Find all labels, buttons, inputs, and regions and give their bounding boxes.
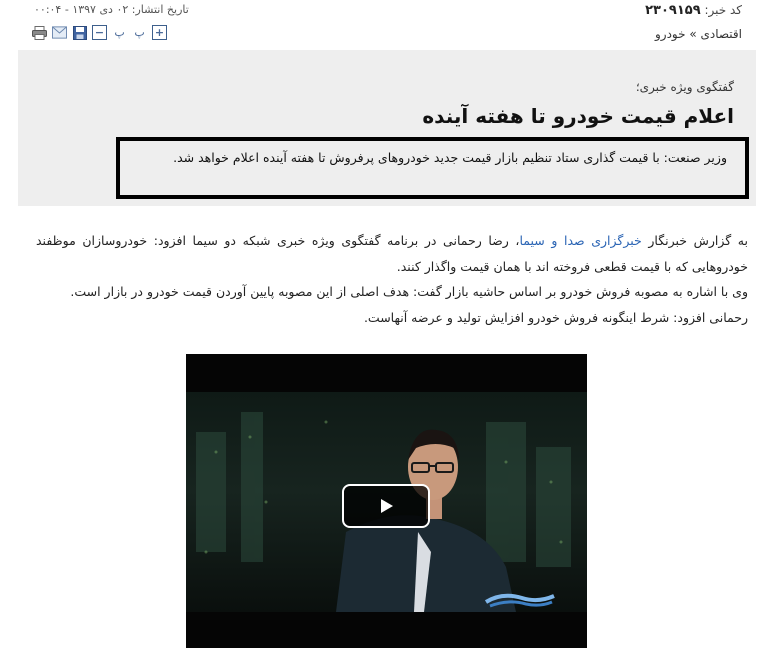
- lead-text: وزیر صنعت: با قیمت گذاری ستاد تنظیم بازا…: [173, 150, 727, 165]
- print-icon[interactable]: [32, 25, 47, 40]
- channel-logo-icon: [484, 593, 555, 608]
- news-code-value: ۲۳۰۹۱۵۹: [645, 3, 701, 18]
- paragraph: وی با اشاره به مصوبه فروش خودرو بر اساس …: [70, 284, 748, 300]
- lead-box: وزیر صنعت: با قیمت گذاری ستاد تنظیم بازا…: [116, 137, 749, 199]
- font-size-small[interactable]: پ: [112, 25, 127, 40]
- article-body: به گزارش خبرنگار خبرگزاری صدا و سیما، رض…: [36, 228, 748, 330]
- play-button[interactable]: [342, 484, 430, 528]
- email-icon[interactable]: [52, 25, 67, 40]
- video-player[interactable]: [186, 354, 587, 648]
- paragraph: به گزارش خبرنگار خبرگزاری صدا و سیما، رض…: [36, 228, 748, 279]
- font-decrease-icon[interactable]: −: [92, 25, 107, 40]
- paragraph-text: به گزارش خبرنگار: [641, 233, 748, 248]
- news-code-label: کد خبر:: [704, 3, 742, 17]
- article-tools: − پ پ +: [32, 25, 167, 40]
- surtitle: گفتگوی ویژه خبری؛: [635, 80, 734, 94]
- font-size-large[interactable]: پ: [132, 25, 147, 40]
- publish-date: تاریخ انتشار: ۰۲ دی ۱۳۹۷ - ۰۰:۰۴: [34, 3, 189, 16]
- save-icon[interactable]: [72, 25, 87, 40]
- paragraph: رحمانی افزود: شرط اینگونه فروش خودرو افز…: [363, 309, 748, 325]
- breadcrumb[interactable]: اقتصادی » خودرو: [655, 27, 742, 41]
- meta-bar: کد خبر: ۲۳۰۹۱۵۹ تاریخ انتشار: ۰۲ دی ۱۳۹۷…: [18, 0, 756, 50]
- agency-link[interactable]: خبرگزاری صدا و سیما: [519, 233, 641, 248]
- play-icon: [381, 499, 393, 513]
- font-increase-icon[interactable]: +: [152, 25, 167, 40]
- headline: اعلام قیمت خودرو تا هفته آینده: [422, 104, 734, 128]
- news-code: کد خبر: ۲۳۰۹۱۵۹: [645, 3, 742, 18]
